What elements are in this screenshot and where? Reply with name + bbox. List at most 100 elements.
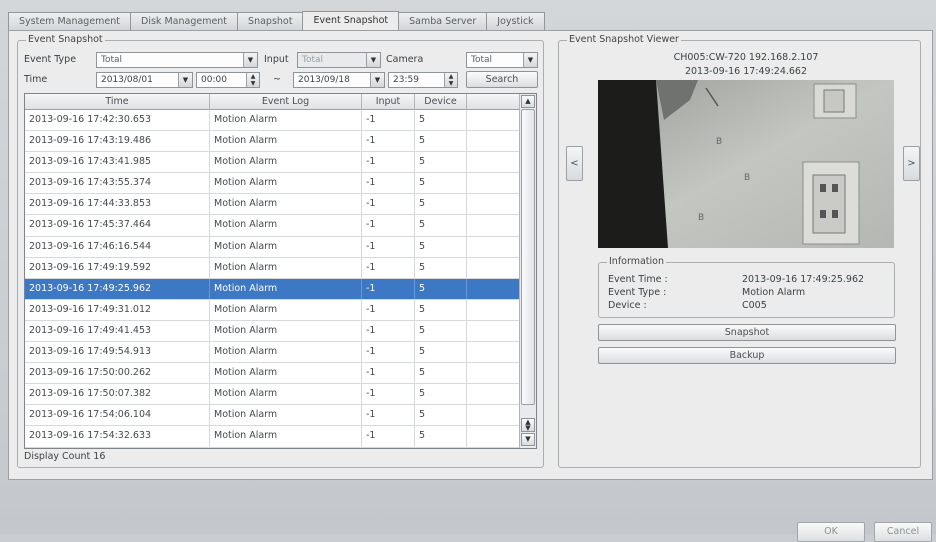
table-row[interactable]: 2013-09-16 17:49:54.913 Motion Alarm -1 5: [25, 342, 520, 364]
scroll-down-icon[interactable]: ▼: [521, 433, 535, 446]
column-header-time[interactable]: Time: [25, 94, 210, 110]
event-log-cell: Motion Alarm: [210, 342, 362, 363]
viewer-group-title: Event Snapshot Viewer: [567, 34, 681, 46]
table-row[interactable]: 2013-09-16 17:43:19.486 Motion Alarm -1 5: [25, 131, 520, 153]
chevron-down-icon: ▼: [178, 73, 192, 87]
start-date-picker[interactable]: 2013/08/01 ▼: [96, 72, 193, 88]
input-select[interactable]: Total ▼: [297, 52, 381, 68]
time-label: Time: [24, 74, 48, 85]
table-row[interactable]: 2013-09-16 17:49:19.592 Motion Alarm -1 5: [25, 257, 520, 279]
time-cell: 2013-09-16 17:50:00.262: [25, 363, 210, 384]
device-cell: 5: [415, 342, 467, 363]
snapshot-image: B B B: [598, 80, 894, 248]
tab-event-snapshot[interactable]: Event Snapshot: [302, 11, 400, 31]
empty-cell: [467, 426, 520, 447]
tab-snapshot[interactable]: Snapshot: [237, 12, 304, 31]
event-type-label: Event Type: [24, 54, 77, 65]
end-date-picker[interactable]: 2013/09/18 ▼: [293, 72, 385, 88]
device-cell: 5: [415, 236, 467, 257]
event-log-cell: Motion Alarm: [210, 278, 362, 299]
input-cell: -1: [362, 194, 415, 215]
ok-button[interactable]: OK: [797, 522, 865, 542]
column-header-input[interactable]: Input: [362, 94, 415, 110]
event-type-value: Total: [101, 55, 123, 65]
time-cell: 2013-09-16 17:43:55.374: [25, 173, 210, 194]
table-row[interactable]: 2013-09-16 17:42:30.653 Motion Alarm -1 5: [25, 110, 520, 132]
input-cell: -1: [362, 215, 415, 236]
information-title: Information: [607, 256, 666, 268]
cancel-button[interactable]: Cancel: [874, 522, 932, 542]
time-cell: 2013-09-16 17:50:07.382: [25, 384, 210, 405]
tab-samba-server[interactable]: Samba Server: [398, 12, 488, 31]
tab-system-management[interactable]: System Management: [8, 12, 132, 31]
event-log-cell: Motion Alarm: [210, 363, 362, 384]
table-row[interactable]: 2013-09-16 17:43:41.985 Motion Alarm -1 5: [25, 152, 520, 174]
table-row[interactable]: 2013-09-16 17:54:32.633 Motion Alarm -1 5: [25, 426, 520, 448]
column-header-device[interactable]: Device: [415, 94, 467, 110]
spin-arrows-icon: ▲ ▼: [444, 73, 457, 87]
table-row[interactable]: 2013-09-16 17:43:55.374 Motion Alarm -1 5: [25, 173, 520, 195]
empty-cell: [467, 405, 520, 426]
previous-button[interactable]: <: [566, 146, 583, 181]
start-time-value: 00:00: [201, 75, 227, 85]
chevron-down-icon: ▼: [523, 53, 537, 67]
settings-window: System Management Disk Management Snapsh…: [0, 0, 936, 542]
tab-joystick[interactable]: Joystick: [486, 12, 545, 31]
start-time-spinner[interactable]: 00:00 ▲ ▼: [196, 72, 260, 88]
input-cell: -1: [362, 131, 415, 152]
empty-cell: [467, 131, 520, 152]
table-row[interactable]: 2013-09-16 17:50:00.262 Motion Alarm -1 5: [25, 363, 520, 385]
table-row[interactable]: 2013-09-16 17:49:41.453 Motion Alarm -1 5: [25, 320, 520, 343]
svg-text:B: B: [744, 173, 750, 183]
device-cell: 5: [415, 152, 467, 173]
time-cell: 2013-09-16 17:42:30.653: [25, 110, 210, 131]
scroll-up-icon[interactable]: ▲: [521, 95, 535, 108]
table-row[interactable]: 2013-09-16 17:50:07.382 Motion Alarm -1 5: [25, 384, 520, 406]
display-count: Display Count 16: [24, 451, 106, 462]
event-log-cell: Motion Alarm: [210, 405, 362, 426]
next-button[interactable]: >: [903, 146, 920, 181]
empty-cell: [467, 194, 520, 215]
time-cell: 2013-09-16 17:46:16.544: [25, 236, 210, 257]
scroll-page-icon[interactable]: ▲ ▼: [521, 418, 535, 432]
event-log-cell: Motion Alarm: [210, 173, 362, 194]
input-cell: -1: [362, 173, 415, 194]
device-cell: 5: [415, 173, 467, 194]
backup-button[interactable]: Backup: [598, 347, 896, 364]
input-cell: -1: [362, 278, 415, 299]
tab-disk-management[interactable]: Disk Management: [130, 12, 239, 31]
snapshot-timestamp: 2013-09-16 17:49:24.662: [684, 66, 808, 77]
time-cell: 2013-09-16 17:49:41.453: [25, 320, 210, 342]
table-row[interactable]: 2013-09-16 17:49:25.962 Motion Alarm -1 5: [25, 278, 520, 300]
input-cell: -1: [362, 363, 415, 384]
camera-select[interactable]: Total ▼: [466, 52, 538, 68]
event-log-cell: Motion Alarm: [210, 194, 362, 215]
table-row[interactable]: 2013-09-16 17:44:33.853 Motion Alarm -1 5: [25, 194, 520, 216]
table-row[interactable]: 2013-09-16 17:46:16.544 Motion Alarm -1 5: [25, 236, 520, 258]
time-cell: 2013-09-16 17:54:06.104: [25, 405, 210, 426]
time-cell: 2013-09-16 17:43:41.985: [25, 152, 210, 173]
table-row[interactable]: 2013-09-16 17:49:31.012 Motion Alarm -1 5: [25, 299, 520, 321]
scrollbar-thumb[interactable]: [521, 109, 535, 405]
table-row[interactable]: 2013-09-16 17:54:06.104 Motion Alarm -1 5: [25, 405, 520, 427]
event-log-cell: Motion Alarm: [210, 426, 362, 447]
input-cell: -1: [362, 257, 415, 278]
empty-cell: [467, 363, 520, 384]
input-cell: -1: [362, 342, 415, 363]
search-button[interactable]: Search: [466, 71, 538, 88]
time-cell: 2013-09-16 17:49:25.962: [25, 278, 210, 299]
device-label: Device :: [608, 300, 647, 311]
input-cell: -1: [362, 110, 415, 131]
column-header-empty: [467, 94, 520, 110]
event-log-cell: Motion Alarm: [210, 236, 362, 257]
snapshot-button[interactable]: Snapshot: [598, 324, 896, 341]
input-label: Input: [264, 54, 289, 65]
table-row[interactable]: 2013-09-16 17:45:37.464 Motion Alarm -1 5: [25, 215, 520, 237]
svg-text:B: B: [716, 137, 722, 147]
chevron-down-icon: ▼: [243, 53, 257, 67]
table-scrollbar[interactable]: ▲ ▲ ▼ ▼: [519, 94, 536, 448]
device-value: C005: [742, 300, 767, 311]
end-time-spinner[interactable]: 23:59 ▲ ▼: [388, 72, 458, 88]
event-type-select[interactable]: Total ▼: [96, 52, 258, 68]
column-header-event-log[interactable]: Event Log: [210, 94, 362, 110]
